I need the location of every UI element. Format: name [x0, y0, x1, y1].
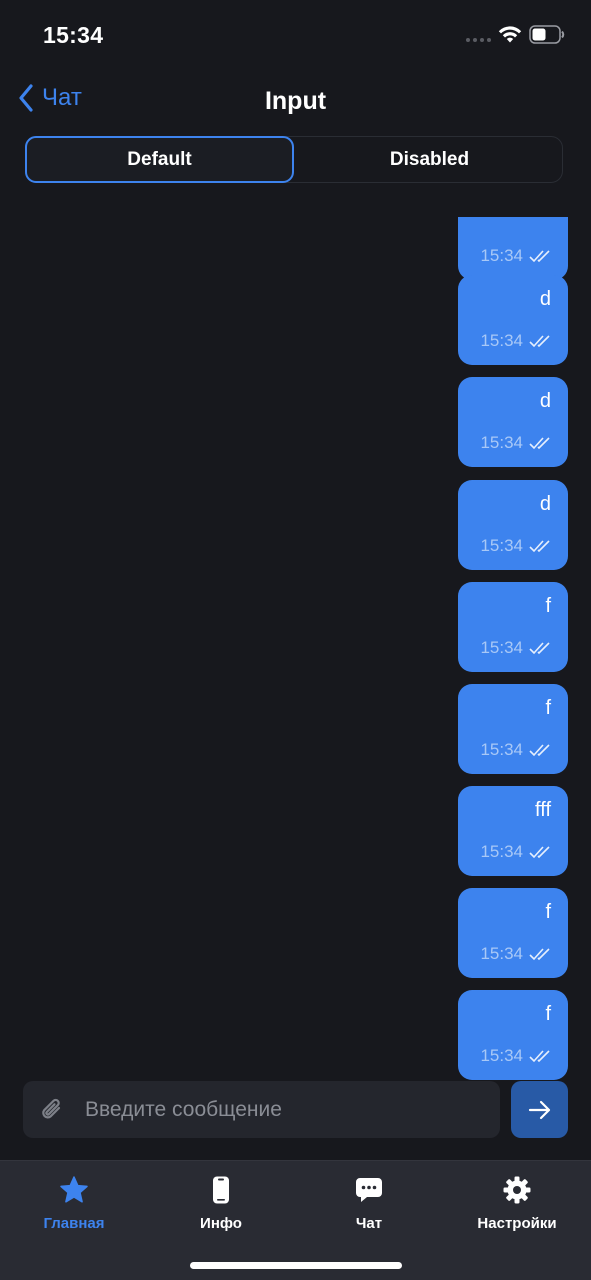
message-time: 15:34: [480, 536, 523, 555]
gear-icon: [503, 1176, 531, 1204]
tab-home[interactable]: Главная: [0, 1175, 148, 1232]
status-time: 15:34: [43, 22, 104, 48]
tab-info[interactable]: Инфо: [147, 1175, 295, 1232]
tab-label: Чат: [355, 1215, 383, 1232]
double-check-icon: [529, 540, 550, 553]
message-time: 15:34: [480, 638, 523, 657]
message-time: 15:34: [480, 433, 523, 452]
double-check-icon: [529, 948, 550, 961]
message-bubble[interactable]: d 15:34: [458, 377, 568, 467]
tab-label: Инфо: [200, 1215, 242, 1232]
message-time: 15:34: [480, 944, 523, 963]
message-text: f: [545, 595, 551, 617]
message-bubble[interactable]: f 15:34: [458, 582, 568, 672]
page-title: Input: [264, 87, 327, 115]
message-bubble[interactable]: f 15:34: [458, 684, 568, 774]
message-bubble[interactable]: fff 15:34: [458, 786, 568, 876]
segmented-control: Default Disabled: [25, 136, 563, 183]
message-list[interactable]: 15:34 d 15:34 d 15:34 d 15:34 f 15:34 f …: [0, 217, 591, 1080]
message-bubble[interactable]: f 15:34: [458, 888, 568, 978]
paperclip-icon[interactable]: [39, 1096, 65, 1124]
message-bubble[interactable]: d 15:34: [458, 275, 568, 365]
message-bubble[interactable]: f 15:34: [458, 990, 568, 1080]
message-time: 15:34: [480, 842, 523, 861]
message-input[interactable]: [85, 1081, 485, 1138]
double-check-icon: [529, 1050, 550, 1063]
double-check-icon: [529, 437, 550, 450]
message-text: f: [545, 697, 551, 719]
phone-icon: [213, 1176, 229, 1204]
tab-chat[interactable]: Чат: [295, 1175, 443, 1232]
navigation-bar: Чат Input: [0, 76, 591, 126]
tab-label: Настройки: [477, 1215, 557, 1232]
arrow-right-icon: [528, 1100, 550, 1119]
double-check-icon: [529, 642, 550, 655]
message-text: d: [539, 288, 551, 310]
wifi-icon: [498, 26, 522, 43]
message-time: 15:34: [480, 246, 523, 265]
message-composer: [0, 1081, 591, 1141]
message-bubble[interactable]: 15:34: [458, 217, 568, 280]
message-text: d: [539, 493, 551, 515]
message-text: f: [545, 901, 551, 923]
double-check-icon: [529, 846, 550, 859]
message-time: 15:34: [480, 331, 523, 350]
tab-label: Главная: [43, 1215, 105, 1232]
message-text: f: [545, 1003, 551, 1025]
star-icon: [60, 1176, 88, 1203]
message-time: 15:34: [480, 740, 523, 759]
double-check-icon: [529, 335, 550, 348]
chat-bubble-icon: [356, 1178, 382, 1202]
message-text: fff: [535, 799, 551, 821]
segment-default[interactable]: Default: [25, 136, 294, 183]
double-check-icon: [529, 250, 550, 263]
cellular-signal-icon: [466, 38, 491, 42]
message-time: 15:34: [480, 1046, 523, 1065]
message-bubble[interactable]: d 15:34: [458, 480, 568, 570]
battery-icon: [529, 25, 565, 44]
send-button[interactable]: [511, 1081, 568, 1138]
tab-settings[interactable]: Настройки: [443, 1175, 591, 1232]
status-bar: 15:34: [0, 0, 591, 70]
message-input-box: [23, 1081, 500, 1138]
segment-disabled[interactable]: Disabled: [295, 137, 564, 182]
double-check-icon: [529, 744, 550, 757]
message-text: d: [539, 390, 551, 412]
home-indicator: [190, 1262, 402, 1269]
